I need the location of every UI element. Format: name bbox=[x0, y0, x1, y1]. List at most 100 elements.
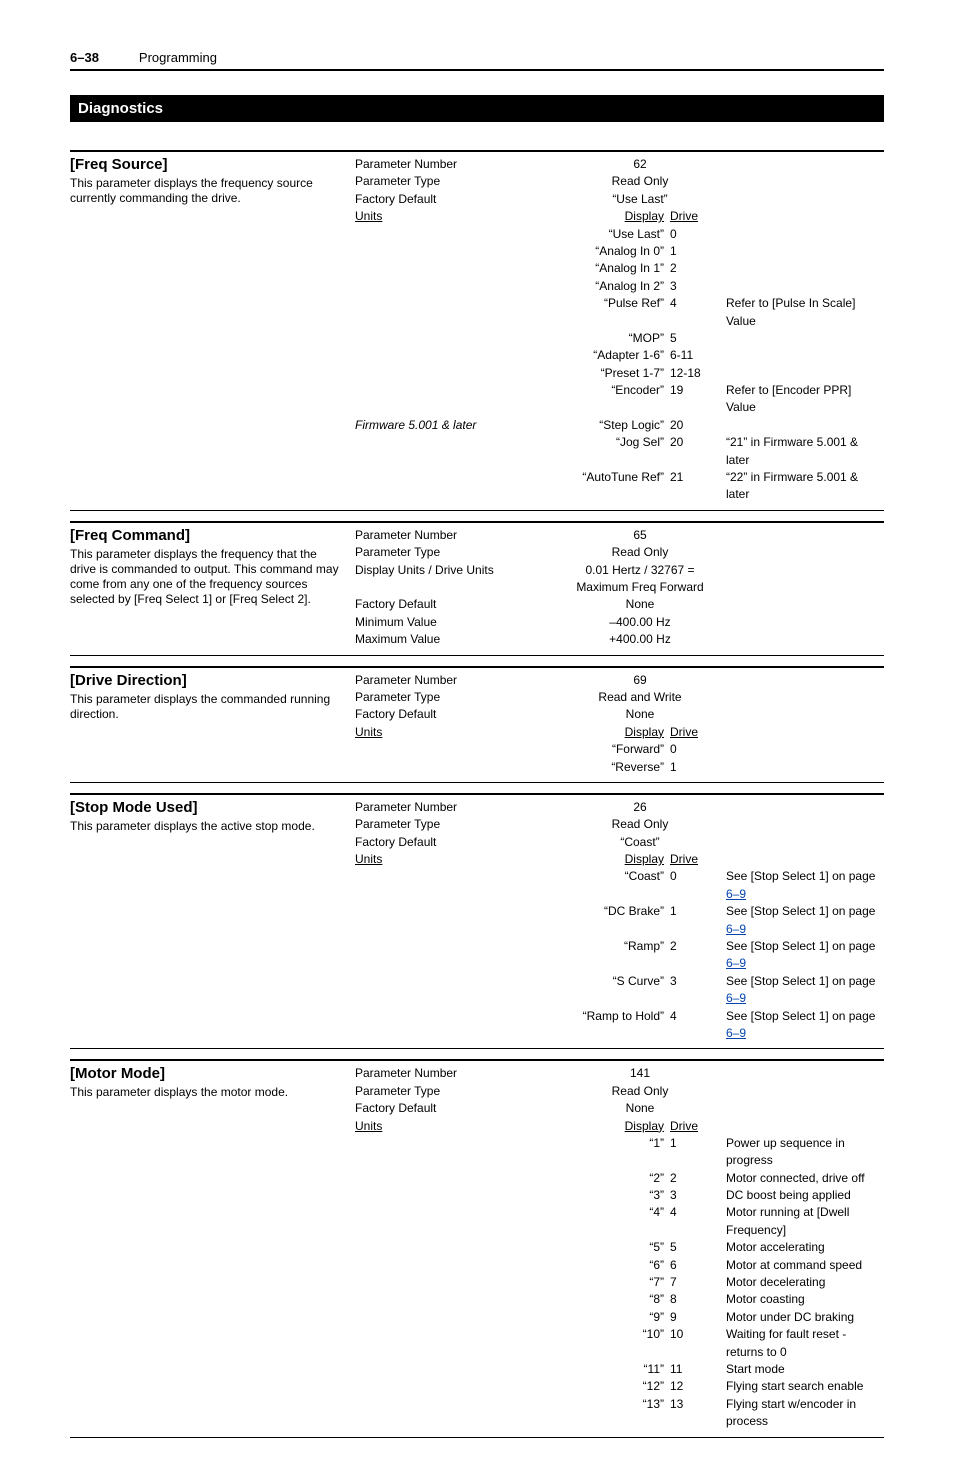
kv-value: Read Only bbox=[560, 1083, 720, 1100]
units-row: “9”9Motor under DC braking bbox=[355, 1309, 884, 1326]
units-row: “Forward”0 bbox=[355, 741, 884, 758]
units-drive: 7 bbox=[670, 1274, 720, 1291]
units-label: Units bbox=[355, 852, 382, 866]
kv-key: Parameter Type bbox=[355, 173, 560, 190]
units-row: “4”4Motor running at [Dwell Frequency] bbox=[355, 1204, 884, 1239]
units-display: “Pulse Ref” bbox=[560, 295, 670, 330]
kv-key: Factory Default bbox=[355, 1100, 560, 1117]
kv-row: Parameter Number26 bbox=[355, 799, 884, 816]
kv-row: Factory DefaultNone bbox=[355, 1100, 884, 1117]
units-row-left bbox=[355, 1361, 560, 1378]
units-display: “6” bbox=[560, 1257, 670, 1274]
units-row-left bbox=[355, 1326, 560, 1361]
units-row: “3”3DC boost being applied bbox=[355, 1187, 884, 1204]
units-note bbox=[720, 417, 884, 434]
units-row: “5”5Motor accelerating bbox=[355, 1239, 884, 1256]
page-ref-link[interactable]: 6–9 bbox=[726, 991, 746, 1005]
units-note: See [Stop Select 1] on page 6–9 bbox=[720, 938, 884, 973]
kv-value: None bbox=[560, 1100, 720, 1117]
units-drive: 21 bbox=[670, 469, 720, 504]
units-row-left bbox=[355, 1008, 560, 1043]
kv-row: Parameter Number62 bbox=[355, 156, 884, 173]
kv-value: +400.00 Hz bbox=[560, 631, 720, 648]
units-display: “Reverse” bbox=[560, 759, 670, 776]
units-drive: 1 bbox=[670, 243, 720, 260]
units-display: “11” bbox=[560, 1361, 670, 1378]
units-drive: 4 bbox=[670, 1008, 720, 1043]
units-drive: 5 bbox=[670, 330, 720, 347]
param-block: [Motor Mode]This parameter displays the … bbox=[70, 1059, 884, 1437]
units-display: “MOP” bbox=[560, 330, 670, 347]
units-display: “S Curve” bbox=[560, 973, 670, 1008]
units-drive: 2 bbox=[670, 938, 720, 973]
units-row-left bbox=[355, 973, 560, 1008]
units-row-left bbox=[355, 365, 560, 382]
units-display: “4” bbox=[560, 1204, 670, 1239]
units-note: “22” in Firmware 5.001 & later bbox=[720, 469, 884, 504]
units-row: “1”1Power up sequence in progress bbox=[355, 1135, 884, 1170]
page-ref-link[interactable]: 6–9 bbox=[726, 956, 746, 970]
units-row: Firmware 5.001 & later“Step Logic”20 bbox=[355, 417, 884, 434]
page-ref-link[interactable]: 6–9 bbox=[726, 887, 746, 901]
units-row-left bbox=[355, 1135, 560, 1170]
units-row: “Analog In 1”2 bbox=[355, 260, 884, 277]
units-display: “Jog Sel” bbox=[560, 434, 670, 469]
section-title: Diagnostics bbox=[70, 95, 884, 122]
col-header-drive: Drive bbox=[670, 1118, 720, 1135]
kv-row: Parameter Number141 bbox=[355, 1065, 884, 1082]
units-row-left bbox=[355, 1187, 560, 1204]
page-ref-link[interactable]: 6–9 bbox=[726, 1026, 746, 1040]
units-drive: 13 bbox=[670, 1396, 720, 1431]
units-note: Motor under DC braking bbox=[720, 1309, 884, 1326]
units-display: “2” bbox=[560, 1170, 670, 1187]
kv-value: 0.01 Hertz / 32767 = Maximum Freq Forwar… bbox=[560, 562, 720, 597]
units-display: “9” bbox=[560, 1309, 670, 1326]
units-row: “11”11Start mode bbox=[355, 1361, 884, 1378]
kv-key: Minimum Value bbox=[355, 614, 560, 631]
kv-row: Parameter TypeRead Only bbox=[355, 173, 884, 190]
kv-row: Parameter TypeRead Only bbox=[355, 544, 884, 561]
units-row-left bbox=[355, 434, 560, 469]
units-drive: 2 bbox=[670, 1170, 720, 1187]
units-note bbox=[720, 278, 884, 295]
kv-row: Maximum Value+400.00 Hz bbox=[355, 631, 884, 648]
units-display: “1” bbox=[560, 1135, 670, 1170]
param-block: [Freq Command]This parameter displays th… bbox=[70, 521, 884, 656]
kv-value: –400.00 Hz bbox=[560, 614, 720, 631]
units-row-left bbox=[355, 1239, 560, 1256]
units-header: UnitsDisplayDrive bbox=[355, 724, 884, 741]
units-note bbox=[720, 347, 884, 364]
units-drive: 19 bbox=[670, 382, 720, 417]
param-block: [Freq Source]This parameter displays the… bbox=[70, 150, 884, 511]
units-display: “Coast” bbox=[560, 868, 670, 903]
units-row: “10”10Waiting for fault reset - returns … bbox=[355, 1326, 884, 1361]
col-header-display: Display bbox=[560, 208, 670, 225]
units-row-left bbox=[355, 868, 560, 903]
units-note: Power up sequence in progress bbox=[720, 1135, 884, 1170]
units-display: “Encoder” bbox=[560, 382, 670, 417]
units-display: “12” bbox=[560, 1378, 670, 1395]
units-drive: 3 bbox=[670, 973, 720, 1008]
units-note bbox=[720, 260, 884, 277]
units-drive: 10 bbox=[670, 1326, 720, 1361]
units-note bbox=[720, 330, 884, 347]
page-ref-link[interactable]: 6–9 bbox=[726, 922, 746, 936]
units-drive: 20 bbox=[670, 434, 720, 469]
units-row: “MOP”5 bbox=[355, 330, 884, 347]
units-note: See [Stop Select 1] on page 6–9 bbox=[720, 868, 884, 903]
units-header: UnitsDisplayDrive bbox=[355, 208, 884, 225]
units-row-left bbox=[355, 1204, 560, 1239]
units-drive: 2 bbox=[670, 260, 720, 277]
units-row: “13”13Flying start w/encoder in process bbox=[355, 1396, 884, 1431]
units-display: “13” bbox=[560, 1396, 670, 1431]
kv-value: 69 bbox=[560, 672, 720, 689]
units-drive: 1 bbox=[670, 1135, 720, 1170]
page-header: 6–38 Programming bbox=[70, 50, 884, 71]
units-row: “AutoTune Ref”21“22” in Firmware 5.001 &… bbox=[355, 469, 884, 504]
units-row-left bbox=[355, 1396, 560, 1431]
kv-key: Factory Default bbox=[355, 191, 560, 208]
units-drive: 8 bbox=[670, 1291, 720, 1308]
kv-value: 62 bbox=[560, 156, 720, 173]
kv-value: Read Only bbox=[560, 544, 720, 561]
page-number: 6–38 bbox=[70, 50, 99, 65]
